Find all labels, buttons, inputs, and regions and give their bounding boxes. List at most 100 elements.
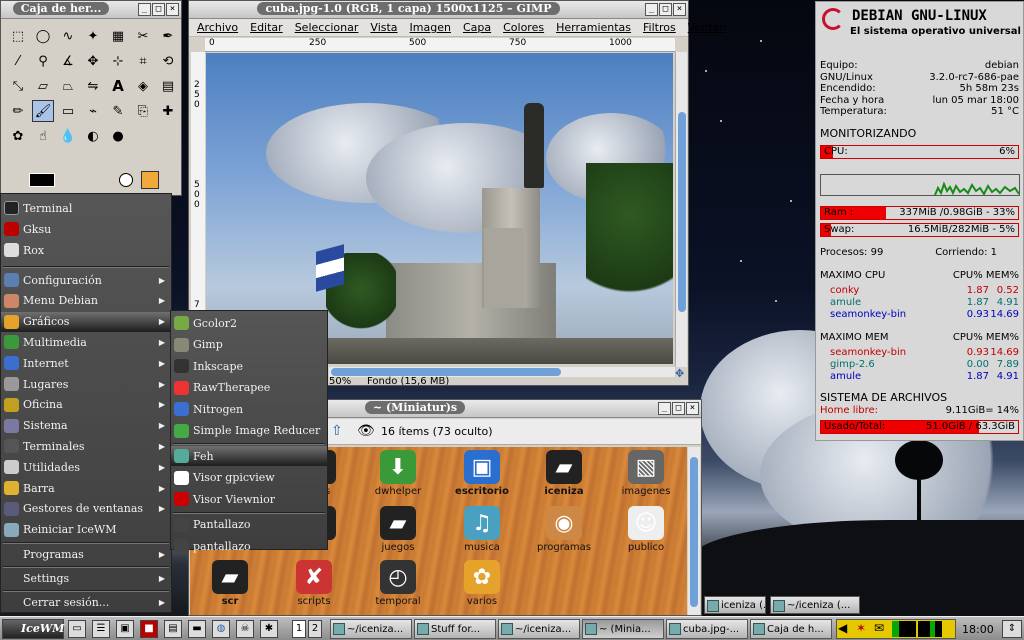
show-hidden-icon[interactable]: 👁 [357,423,375,439]
menu-item-barra[interactable]: Barra ▶ [1,478,171,498]
file-item-programas[interactable]: ◉ programas [522,506,606,553]
navigate-icon[interactable]: ✥ [675,367,684,380]
menu-item-menu-debian[interactable]: Menu Debian ▶ [1,291,171,311]
rect-select-icon[interactable]: ⬚ [7,25,29,47]
minimize-button[interactable]: _ [138,3,151,16]
menu-item-gksu[interactable]: Gksu [1,219,171,239]
perspective-icon[interactable]: ⏢ [57,75,79,97]
menu-seleccionar[interactable]: Seleccionar [295,21,359,34]
file-item-scripts[interactable]: ✘ scripts [272,560,356,607]
submenu-item-inkscape[interactable]: Inkscape [171,356,327,376]
align-icon[interactable]: ⊹ [107,50,129,72]
menu-item-configuracion[interactable]: Configuración ▶ [1,270,171,290]
floating-task-iceniza[interactable]: iceniza (... [704,596,766,614]
heal-icon[interactable]: ✚ [157,100,179,122]
browser-launcher-icon[interactable]: ◍ [212,620,230,638]
minimize-button[interactable]: _ [658,402,671,415]
ellipse-select-icon[interactable]: ◯ [32,25,54,47]
floating-task-iceniza-2[interactable]: ~/iceniza (... [770,596,860,614]
terminal-launcher-icon[interactable]: ■ [140,620,158,638]
menu-editar[interactable]: Editar [250,21,283,34]
color-picker-icon[interactable]: ⁄ [7,50,29,72]
maximize-button[interactable]: □ [672,402,685,415]
airbrush-icon[interactable]: ⌁ [82,100,104,122]
blur-icon[interactable]: 💧 [57,125,79,147]
window-list-icon[interactable]: ☰ [92,620,110,638]
file-item-escritorio[interactable]: ▣ escritorio [440,450,524,497]
paintbrush-icon[interactable]: 🖌 [32,100,54,122]
menu-vista[interactable]: Vista [370,21,397,34]
toolbox-titlebar[interactable]: Caja de her... _ □ × [1,1,181,19]
task-button[interactable]: ~ (Minia... [582,619,664,639]
clone-icon[interactable]: ⎘ [132,100,154,122]
menu-item-settings[interactable]: Settings ▶ [1,568,171,588]
menu-item-oficina[interactable]: Oficina ▶ [1,395,171,415]
lasso-icon[interactable]: ∿ [57,25,79,47]
menu-item-logout[interactable]: Cerrar sesión... ▶ [1,592,171,612]
menu-archivo[interactable]: Archivo [197,21,238,34]
fm-scrollbar[interactable] [688,447,700,615]
vertical-scrollbar[interactable] [675,52,687,367]
brush-preview-icon[interactable] [141,171,159,189]
menu-item-lugares[interactable]: Lugares ▶ [1,374,171,394]
close-button[interactable]: × [166,3,179,16]
menu-herramientas[interactable]: Herramientas [556,21,631,34]
crop-icon[interactable]: ⌗ [132,50,154,72]
menu-filtros[interactable]: Filtros [643,21,676,34]
submenu-item-gimp[interactable]: Gimp [171,335,327,355]
files-launcher-icon[interactable]: ▤ [164,620,182,638]
gimp-titlebar[interactable]: cuba.jpg-1.0 (RGB, 1 capa) 1500x1125 – G… [189,1,688,19]
zoom-icon[interactable]: ⚲ [32,50,54,72]
task-button[interactable]: ~/iceniza... [330,619,412,639]
close-button[interactable]: × [673,3,686,16]
scissors-icon[interactable]: ✂ [132,25,154,47]
menu-capa[interactable]: Capa [463,21,491,34]
menu-item-gestores-ventanas[interactable]: Gestores de ventanas ▶ [1,499,171,519]
tools-launcher-icon[interactable]: ✱ [260,620,278,638]
file-item-publico[interactable]: ☺ publico [604,506,688,553]
task-button[interactable]: Caja de h... [750,619,832,639]
submenu-item-feh[interactable]: Feh [171,446,327,466]
close-button[interactable]: × [686,402,699,415]
monitor-icon[interactable]: ▣ [116,620,134,638]
menu-item-graficos[interactable]: Gráficos ▶ [1,311,171,332]
file-item-imagenes[interactable]: ▧ imagenes [604,450,688,497]
menu-item-terminales[interactable]: Terminales ▶ [1,436,171,456]
go-up-icon[interactable]: ⇧ [331,423,343,439]
bucket-fill-icon[interactable]: ◈ [132,75,154,97]
measure-icon[interactable]: ∡ [57,50,79,72]
blend-icon[interactable]: ▤ [157,75,179,97]
menu-item-rox[interactable]: Rox [1,240,171,260]
menu-colores[interactable]: Colores [503,21,544,34]
dodge-icon[interactable]: ✿ [7,125,29,147]
folder-launcher-icon[interactable]: ▬ [188,620,206,638]
submenu-item-visor-gpicview[interactable]: Visor gpicview [171,468,327,488]
menu-item-multimedia[interactable]: Multimedia ▶ [1,332,171,352]
move-icon[interactable]: ✥ [82,50,104,72]
tray-app-icon[interactable]: ✶ [856,621,866,635]
convolve-icon[interactable]: ◐ [82,125,104,147]
smudge-icon[interactable]: ☝ [32,125,54,147]
flip-icon[interactable]: ⇋ [82,75,104,97]
scale-icon[interactable]: ⤡ [7,75,29,97]
submenu-item-pantallazo[interactable]: pantallazo [171,536,327,556]
file-item-musica[interactable]: ♫ musica [440,506,524,553]
fuzzy-select-icon[interactable]: ✦ [82,25,104,47]
ruler-top[interactable]: 0 250 500 750 1000 [205,38,675,52]
submenu-item-nitrogen[interactable]: Nitrogen [171,399,327,419]
menu-imagen[interactable]: Imagen [410,21,451,34]
color-select-icon[interactable]: ▦ [107,25,129,47]
text-icon[interactable]: A [107,75,129,97]
file-item-dwhelper[interactable]: ⬇ dwhelper [356,450,440,497]
task-button[interactable]: Stuff for... [414,619,496,639]
file-item-varios[interactable]: ✿ varios [440,560,524,607]
tray-mail-icon[interactable]: ✉ [874,621,884,635]
clock[interactable]: 18:00 [962,623,994,636]
task-button[interactable]: cuba.jpg-... [666,619,748,639]
submenu-item-visor-viewnior[interactable]: Visor Viewnior [171,489,327,509]
menu-item-reiniciar-icewm[interactable]: Reiniciar IceWM [1,520,171,540]
menu-item-programas[interactable]: Programas ▶ [1,544,171,564]
menu-item-internet[interactable]: Internet ▶ [1,353,171,373]
maximize-button[interactable]: □ [152,3,165,16]
file-item-juegos[interactable]: ▰ juegos [356,506,440,553]
